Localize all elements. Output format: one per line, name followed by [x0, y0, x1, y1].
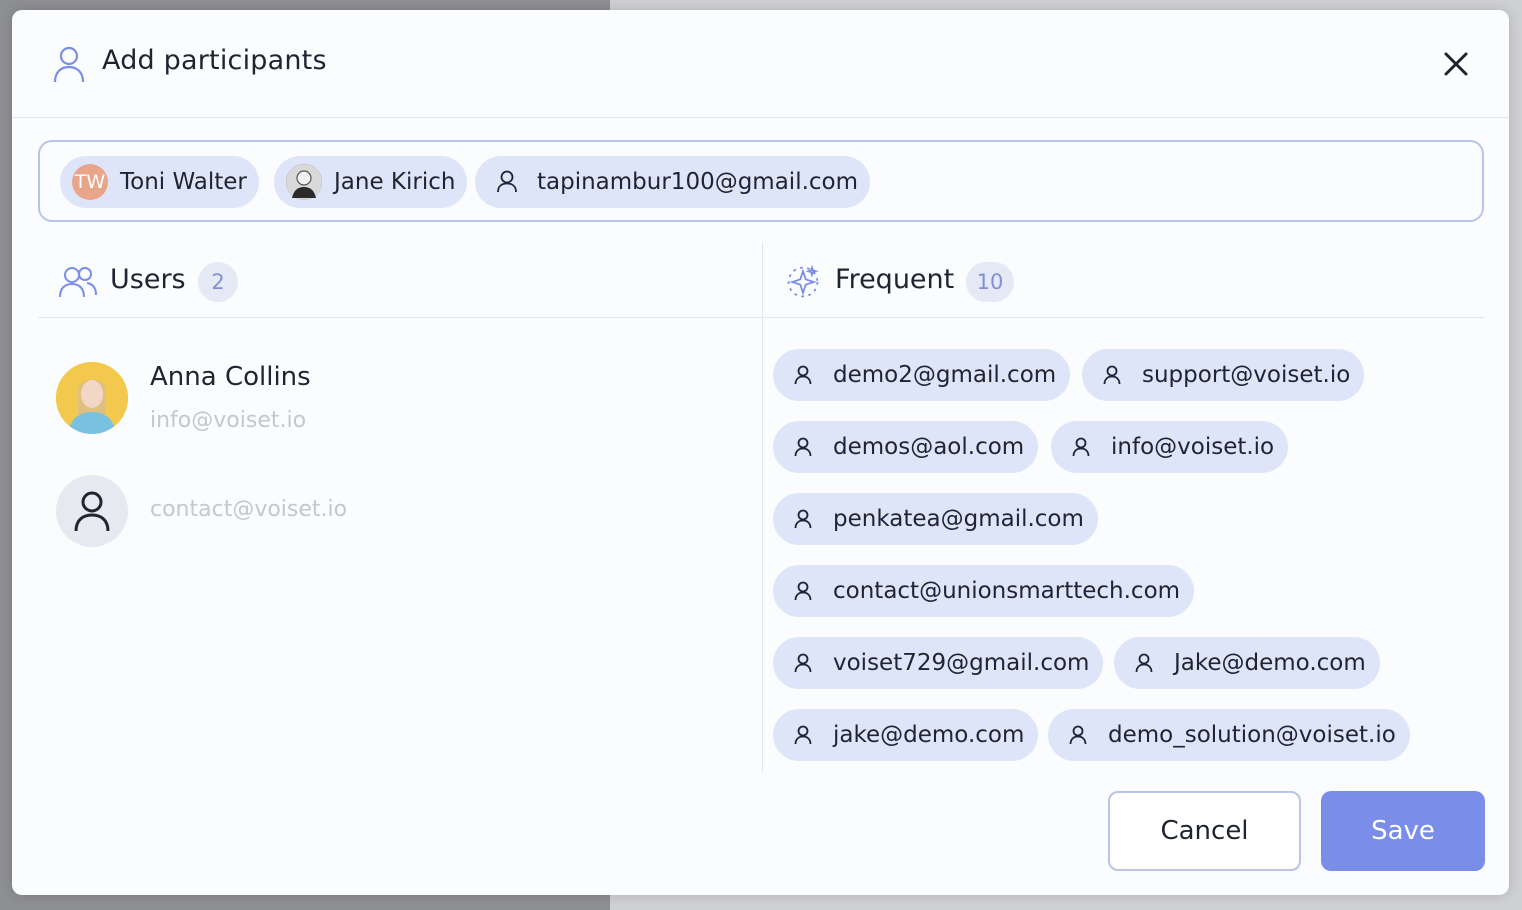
avatar-initials: TW — [72, 164, 108, 200]
selected-chip-toni-walter[interactable]: TW Toni Walter — [60, 156, 259, 208]
person-icon — [74, 491, 110, 532]
frequent-chip[interactable]: demo_solution@voiset.io — [1048, 709, 1410, 761]
person-icon — [794, 653, 812, 673]
frequent-chip-label: penkatea@gmail.com — [833, 506, 1084, 532]
column-divider — [762, 242, 763, 772]
frequent-chip[interactable]: info@voiset.io — [1051, 421, 1289, 473]
frequent-chip[interactable]: support@voiset.io — [1082, 349, 1365, 401]
frequent-chip[interactable]: jake@demo.com — [773, 709, 1039, 761]
frequent-chip[interactable]: demos@aol.com — [773, 421, 1039, 473]
frequent-chip-label: jake@demo.com — [833, 722, 1025, 748]
selected-participants-field[interactable]: TW Toni Walter Jane Kirich tapinambur100… — [38, 140, 1484, 222]
avatar-photo-icon — [286, 164, 322, 200]
person-icon — [794, 725, 812, 745]
save-button[interactable]: Save — [1321, 791, 1485, 871]
chip-label: tapinambur100@gmail.com — [537, 169, 859, 195]
frequent-section-header: Frequent 10 — [763, 246, 1485, 318]
frequent-chip[interactable]: penkatea@gmail.com — [773, 493, 1098, 545]
frequent-chip-label: demos@aol.com — [833, 434, 1025, 460]
person-icon — [1135, 653, 1153, 673]
user-email: info@voiset.io — [150, 408, 307, 433]
frequent-title: Frequent — [835, 264, 955, 295]
frequent-chip[interactable]: contact@unionsmarttech.com — [773, 565, 1195, 617]
user-row-contact[interactable]: contact@voiset.io — [56, 475, 456, 547]
user-row-anna-collins[interactable]: Anna Collins info@voiset.io — [56, 362, 456, 452]
frequent-chip[interactable]: Jake@demo.com — [1114, 637, 1380, 689]
chip-label: Toni Walter — [120, 169, 247, 195]
avatar — [56, 362, 128, 434]
dialog-title: Add participants — [102, 45, 327, 76]
person-icon — [1103, 365, 1121, 385]
user-email: contact@voiset.io — [150, 497, 348, 522]
frequent-chip-label: support@voiset.io — [1142, 362, 1351, 388]
frequent-count-badge: 10 — [966, 262, 1014, 302]
add-participants-dialog: Add participants TW Toni Walter Jane Kir… — [12, 10, 1509, 895]
person-icon — [53, 46, 85, 83]
avatar — [286, 164, 322, 200]
person-icon — [1072, 437, 1090, 457]
avatar — [56, 475, 128, 547]
users-icon — [59, 267, 97, 298]
person-icon — [1069, 725, 1087, 745]
users-title: Users — [110, 264, 186, 295]
frequent-chip-label: Jake@demo.com — [1174, 650, 1366, 676]
users-count-badge: 2 — [198, 262, 238, 302]
person-icon — [794, 437, 812, 457]
dialog-header: Add participants — [12, 10, 1509, 118]
frequent-chip[interactable]: voiset729@gmail.com — [773, 637, 1104, 689]
frequent-chip-label: demo_solution@voiset.io — [1108, 722, 1396, 748]
frequent-chip-label: demo2@gmail.com — [833, 362, 1057, 388]
person-icon — [794, 581, 812, 601]
users-section-header: Users 2 — [38, 246, 762, 318]
selected-chip-jane-kirich[interactable]: Jane Kirich — [274, 156, 468, 208]
selected-chip-email[interactable]: tapinambur100@gmail.com — [475, 156, 871, 208]
chip-label: Jane Kirich — [334, 169, 456, 195]
person-icon — [794, 365, 812, 385]
sparkle-icon — [787, 264, 819, 298]
frequent-chip-label: voiset729@gmail.com — [833, 650, 1090, 676]
frequent-chip-label: info@voiset.io — [1111, 434, 1275, 460]
person-icon — [794, 509, 812, 529]
frequent-chip[interactable]: demo2@gmail.com — [773, 349, 1071, 401]
cancel-button[interactable]: Cancel — [1108, 791, 1301, 871]
user-name: Anna Collins — [150, 362, 311, 392]
avatar-photo-icon — [56, 362, 128, 434]
person-icon — [497, 170, 517, 193]
close-icon[interactable] — [1440, 48, 1472, 80]
frequent-chip-label: contact@unionsmarttech.com — [833, 578, 1181, 604]
